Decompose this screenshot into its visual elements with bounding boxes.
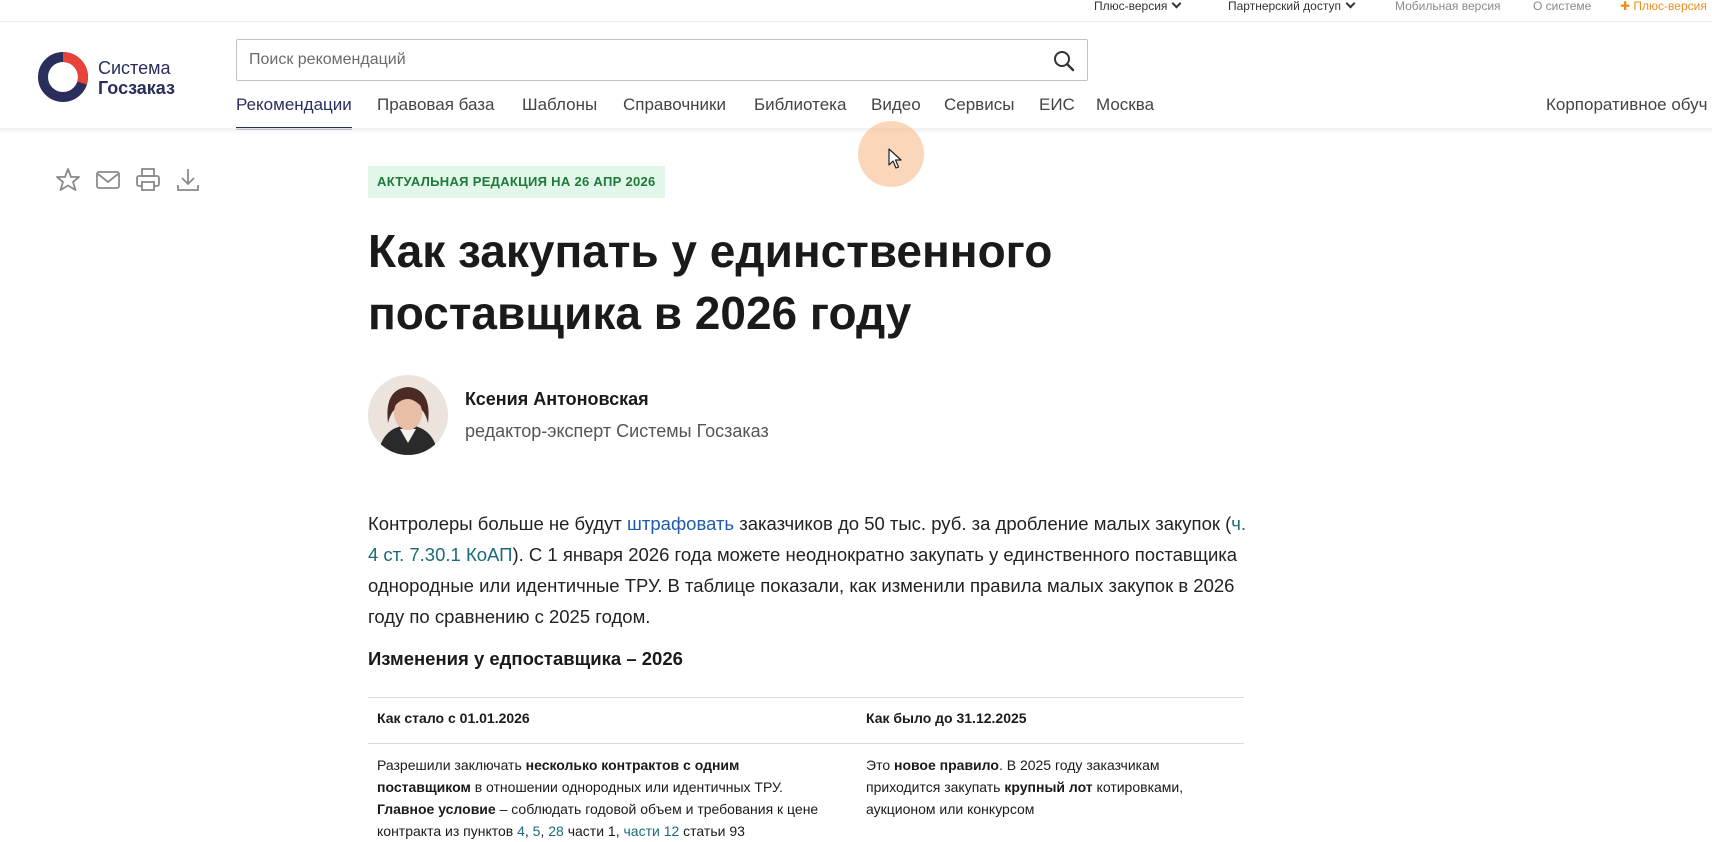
article-title: Как закупать у единственного поставщика … bbox=[368, 225, 1053, 339]
star-icon[interactable] bbox=[54, 166, 82, 194]
table-cell-new-rule: Разрешили заключать несколько контрактов… bbox=[377, 754, 829, 842]
partner-access-menu[interactable]: Партнерский доступ bbox=[1228, 0, 1356, 13]
search-box bbox=[236, 39, 1088, 81]
table-border bbox=[368, 697, 1244, 698]
cell-text: , bbox=[524, 823, 533, 839]
nav-item-templates[interactable]: Шаблоны bbox=[522, 94, 597, 130]
cell-text: Разрешили заключать bbox=[377, 757, 526, 773]
edition-badge: АКТУАЛЬНАЯ РЕДАКЦИЯ НА 26 АПР 2026 bbox=[368, 166, 665, 198]
nav-item-corporate-training[interactable]: Корпоративное обуч bbox=[1546, 94, 1708, 116]
mail-icon[interactable] bbox=[94, 166, 122, 194]
table-title: Изменения у едпоставщика – 2026 bbox=[368, 648, 683, 669]
mobile-version-link[interactable]: Мобильная версия bbox=[1395, 0, 1501, 12]
logo[interactable]: Система Госзаказ bbox=[36, 50, 196, 104]
download-icon[interactable] bbox=[174, 166, 202, 194]
law-point-link[interactable]: 28 bbox=[548, 823, 564, 839]
mouse-cursor-icon bbox=[888, 148, 902, 169]
plus-version-promo-link[interactable]: ✚ Плюс-версия bbox=[1620, 0, 1707, 12]
table-header-old: Как было до 31.12.2025 bbox=[866, 710, 1027, 726]
search-icon[interactable] bbox=[1053, 50, 1075, 72]
fine-link[interactable]: штрафовать bbox=[627, 513, 734, 534]
nav-item-moscow[interactable]: Москва bbox=[1096, 94, 1154, 130]
author-name[interactable]: Ксения Антоновская bbox=[465, 389, 649, 410]
print-icon[interactable] bbox=[134, 166, 162, 194]
cell-text: части 1, bbox=[563, 823, 624, 839]
partner-access-label: Партнерский доступ bbox=[1228, 0, 1341, 13]
lead-text: заказчиков до 50 тыс. руб. за дробление … bbox=[734, 513, 1232, 534]
search-input[interactable] bbox=[249, 40, 1049, 80]
nav-item-library[interactable]: Библиотека bbox=[754, 94, 846, 130]
chevron-down-icon bbox=[1345, 0, 1356, 9]
plus-icon: ✚ bbox=[1620, 0, 1631, 13]
cell-bold-text: крупный лот bbox=[1004, 779, 1093, 795]
cell-bold-text: новое правило bbox=[894, 757, 999, 773]
nav-item-eis[interactable]: ЕИС bbox=[1039, 94, 1075, 130]
table-header-new: Как стало с 01.01.2026 bbox=[377, 710, 530, 726]
cell-text: статьи 93 bbox=[679, 823, 745, 839]
plus-version-label: Плюс-версия bbox=[1094, 0, 1168, 13]
logo-line1: Система bbox=[98, 58, 171, 78]
header-shadow bbox=[0, 128, 1712, 134]
nav-item-services[interactable]: Сервисы bbox=[944, 94, 1014, 130]
lead-text: Контролеры больше не будут bbox=[368, 513, 628, 534]
plus-version-promo-label: Плюс-версия bbox=[1633, 0, 1707, 13]
logo-line2: Госзаказ bbox=[98, 78, 175, 98]
cell-bold-text: Главное условие bbox=[377, 801, 496, 817]
cell-text: Это bbox=[866, 757, 894, 773]
law-point-link[interactable]: 4 bbox=[517, 823, 525, 839]
nav-item-legal-base[interactable]: Правовая база bbox=[377, 94, 495, 130]
divider bbox=[0, 21, 1712, 22]
author-photo bbox=[368, 375, 448, 455]
cell-text: в отношении однородных или идентичных ТР… bbox=[470, 779, 783, 795]
avatar bbox=[368, 375, 448, 455]
logo-mark-icon bbox=[38, 52, 88, 102]
table-border bbox=[368, 743, 1244, 744]
author-role: редактор-эксперт Системы Госзаказ bbox=[465, 421, 769, 441]
top-utility-bar: Плюс-версия Партнерский доступ Мобильная… bbox=[0, 0, 1712, 20]
logo-text: Система Госзаказ bbox=[98, 58, 175, 98]
article-lead: Контролеры больше не будут штрафовать за… bbox=[368, 508, 1248, 632]
nav-item-directories[interactable]: Справочники bbox=[623, 94, 726, 130]
about-link[interactable]: О системе bbox=[1533, 0, 1591, 12]
plus-version-menu[interactable]: Плюс-версия bbox=[1094, 0, 1182, 13]
chevron-down-icon bbox=[1171, 0, 1182, 9]
table-cell-old-rule: Это новое правило. В 2025 году заказчика… bbox=[866, 754, 1236, 820]
nav-item-recommendations[interactable]: Рекомендации bbox=[236, 94, 352, 130]
law-part-link[interactable]: части 12 bbox=[624, 823, 680, 839]
